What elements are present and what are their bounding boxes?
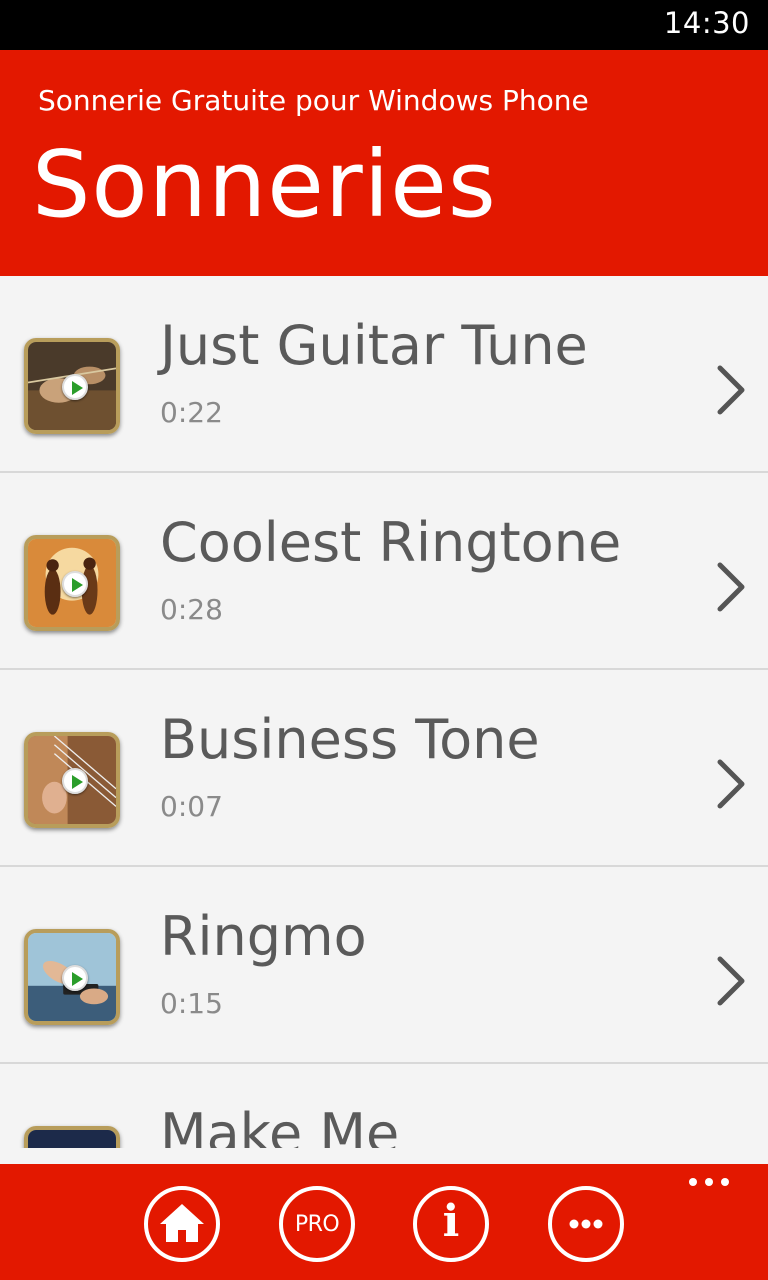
home-icon bbox=[160, 1204, 204, 1242]
ringtone-thumbnail[interactable] bbox=[24, 929, 120, 1025]
portrait-photo-icon bbox=[28, 1130, 116, 1148]
list-item[interactable]: Make Me bbox=[0, 1064, 768, 1148]
info-icon: i bbox=[442, 1196, 460, 1247]
chevron-right-icon[interactable] bbox=[716, 955, 746, 1007]
play-icon bbox=[62, 571, 88, 597]
ringtone-title: Make Me bbox=[160, 1102, 400, 1148]
ringtone-title: Just Guitar Tune bbox=[160, 314, 588, 377]
ringtone-duration: 0:07 bbox=[160, 790, 223, 823]
ringtone-list[interactable]: Just Guitar Tune 0:22 Coolest Ringtone 0… bbox=[0, 276, 768, 1148]
ringtone-thumbnail[interactable] bbox=[24, 732, 120, 828]
pro-button[interactable]: PRO bbox=[279, 1186, 355, 1262]
pro-icon: PRO bbox=[294, 1212, 340, 1237]
list-item[interactable]: Just Guitar Tune 0:22 bbox=[0, 276, 768, 473]
chevron-right-icon[interactable] bbox=[716, 758, 746, 810]
ringtone-duration: 0:22 bbox=[160, 396, 223, 429]
ringtone-thumbnail[interactable] bbox=[24, 1126, 120, 1148]
home-button[interactable] bbox=[144, 1186, 220, 1262]
ellipsis-icon[interactable] bbox=[688, 1176, 730, 1188]
play-icon bbox=[62, 965, 88, 991]
chevron-right-icon[interactable] bbox=[716, 364, 746, 416]
list-item[interactable]: Business Tone 0:07 bbox=[0, 670, 768, 867]
status-bar: 14:30 bbox=[0, 0, 768, 50]
ringtone-title: Business Tone bbox=[160, 708, 540, 771]
ringtone-thumbnail[interactable] bbox=[24, 338, 120, 434]
status-clock: 14:30 bbox=[663, 6, 750, 40]
list-item[interactable]: Coolest Ringtone 0:28 bbox=[0, 473, 768, 670]
page-title: Sonneries bbox=[32, 131, 497, 238]
ringtone-title: Coolest Ringtone bbox=[160, 511, 622, 574]
chevron-right-icon[interactable] bbox=[716, 561, 746, 613]
ringtone-title: Ringmo bbox=[160, 905, 367, 968]
ringtone-duration: 0:15 bbox=[160, 987, 223, 1020]
app-bar: PRO i bbox=[0, 1164, 768, 1280]
list-item[interactable]: Ringmo 0:15 bbox=[0, 867, 768, 1064]
ringtone-thumbnail[interactable] bbox=[24, 535, 120, 631]
page-header: Sonnerie Gratuite pour Windows Phone Son… bbox=[0, 50, 768, 276]
play-icon bbox=[62, 374, 88, 400]
play-icon bbox=[62, 768, 88, 794]
more-button[interactable] bbox=[548, 1186, 624, 1262]
more-icon bbox=[569, 1219, 603, 1229]
app-title: Sonnerie Gratuite pour Windows Phone bbox=[38, 84, 589, 117]
info-button[interactable]: i bbox=[413, 1186, 489, 1262]
ringtone-duration: 0:28 bbox=[160, 593, 223, 626]
